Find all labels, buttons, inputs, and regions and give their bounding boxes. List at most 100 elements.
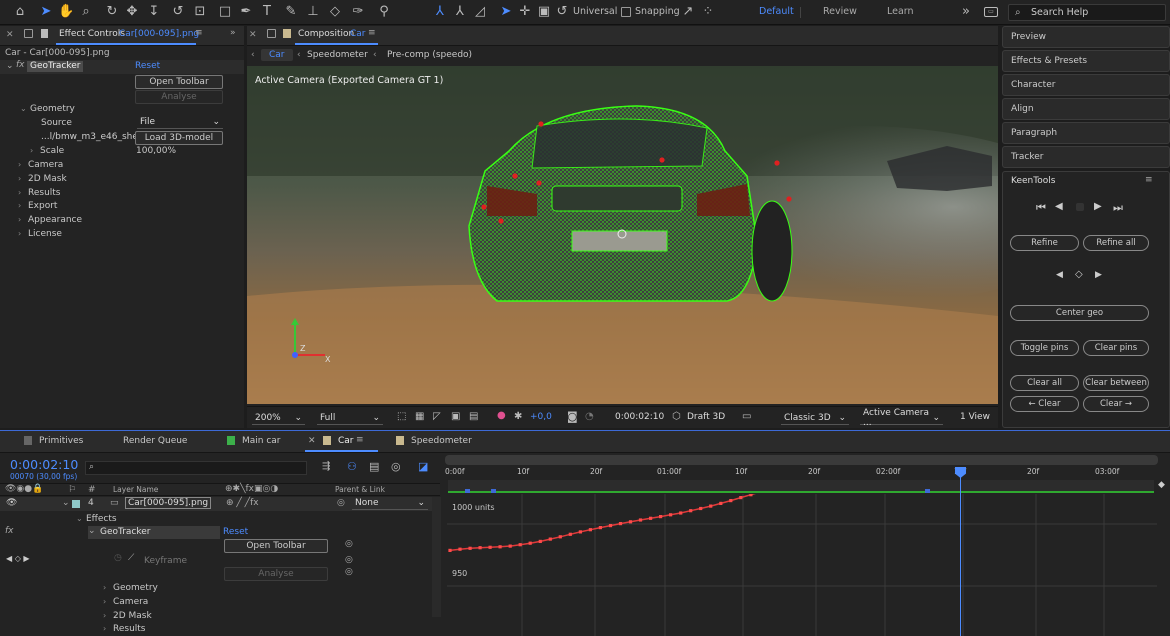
safe-margins-icon[interactable]: ▣ [451,411,460,422]
refine-button[interactable]: Refine [1010,235,1079,251]
graph-keyframe[interactable] [628,520,633,524]
close-icon[interactable]: ✕ [308,436,316,446]
panel-menu-icon[interactable]: ≡ [356,435,364,445]
expression-pickwhip-icon[interactable]: ◎ [345,539,353,549]
move-gizmo-icon[interactable]: ✛ [517,4,533,20]
layer-search-input[interactable]: ⌕ [85,461,307,475]
clear-all-button[interactable]: Clear all [1010,375,1079,391]
hand-tool-icon[interactable]: ✋ [58,4,74,20]
workspace-default[interactable]: Default [759,6,794,17]
timeline-analyse-button[interactable]: Analyse [224,567,328,581]
frame-blending-icon[interactable]: ▤ [369,460,379,473]
composition-name[interactable]: Car [350,29,366,39]
graph-keyframe[interactable] [659,515,663,519]
clear-left-button[interactable]: ← Clear [1010,396,1079,412]
selection-tool-icon[interactable]: ➤ [38,4,54,20]
snap-options-icon[interactable]: ↗ [680,4,696,20]
graph-curve[interactable] [449,374,1153,552]
expression-pickwhip-icon[interactable]: ◎ [345,567,353,577]
pickwhip-icon[interactable]: ◎ [337,498,345,508]
fx-icon[interactable]: fx [5,526,14,536]
play-icon[interactable]: ▶ [1094,201,1102,212]
graph-canvas[interactable] [447,373,1157,636]
collapse-icon[interactable]: ⌄ [62,498,70,508]
graph-keyframe[interactable] [558,535,562,539]
add-keyframe-icon[interactable]: ◇ [1075,269,1083,280]
rotate-gizmo-icon[interactable]: ↺ [554,4,570,20]
tab-render-queue[interactable]: Render Queue [123,436,187,446]
color-channels-icon[interactable]: ● [497,410,506,421]
workspace-learn[interactable]: Learn [887,6,914,17]
more-workspaces-icon[interactable]: » [958,4,974,20]
marker[interactable] [925,489,930,493]
collapse-icon[interactable]: ⌄ [6,61,14,71]
local-axis-icon[interactable]: ⅄ [432,4,448,20]
rotate-tool-icon[interactable]: ↺ [170,4,186,20]
workspace-review[interactable]: Review [823,6,857,17]
comp-flowchart-icon[interactable]: ⇶ [322,461,330,472]
region-of-interest-icon[interactable]: ⬚ [397,411,406,422]
puppet-pin-tool-icon[interactable]: ⚲ [376,4,392,20]
next-keyframe-icon[interactable]: ⏭ [1113,201,1123,215]
graph-keyframe[interactable] [588,528,592,532]
effect-controls-title[interactable]: Effect Controls [59,29,125,39]
timeline-section-2d-mask[interactable]: › 2D Mask [103,611,152,621]
prev-key-icon[interactable]: ◀ [1056,270,1063,280]
shy-layers-icon[interactable]: ⚇ [347,460,357,473]
section-results[interactable]: › Results [18,188,61,198]
timeline-section-geometry[interactable]: › Geometry [103,583,158,593]
tab-effects-presets[interactable]: Effects & Presets [1002,50,1170,72]
exposure-value[interactable]: +0,0 [530,412,552,422]
breadcrumb-speedometer[interactable]: Speedometer [307,50,368,60]
time-navigator[interactable] [445,455,1158,465]
current-time-display[interactable]: 0:00:02:10 [10,457,78,472]
breadcrumb-car[interactable]: Car [261,49,293,61]
toggle-pins-button[interactable]: Toggle pins [1010,340,1079,356]
snapshot-camera-icon[interactable]: ◙ [567,410,578,423]
rectangle-tool-icon[interactable]: □ [217,4,233,20]
zoom-dropdown[interactable]: 200% ⌄ [252,411,305,425]
time-ruler[interactable]: 0:00f 10f 20f 01:00f 10f 20f 02:00f 10f … [445,467,1158,481]
section-export[interactable]: › Export [18,201,57,211]
layer-row[interactable]: 👁 ⌄ 4 ▭ Car[000-095].png ⊕ ╱ ╱fx ◎ None ⌄ [0,497,440,511]
graph-keyframe[interactable] [578,530,582,534]
home-icon[interactable]: ⌂ [12,4,28,20]
layer-name[interactable]: Car[000-095].png [125,497,212,509]
pen-tool-icon[interactable]: ✒ [238,4,254,20]
label-color-icon[interactable] [72,500,80,508]
effect-name[interactable]: GeoTracker [27,61,84,72]
section-camera[interactable]: › Camera [18,160,63,170]
graph-keyframe[interactable] [598,526,602,530]
timeline-effect-row[interactable]: ⌄ GeoTracker [88,526,220,539]
graph-keyframe[interactable] [709,504,713,508]
panel-menu-icon[interactable]: ≡ [195,28,203,38]
graph-keyframe[interactable] [618,522,623,526]
graph-keyframe[interactable] [679,511,683,515]
timeline-open-toolbar-button[interactable]: Open Toolbar [224,539,328,553]
transparency-grid-icon[interactable]: ▦ [415,411,424,422]
snap-grid-icon[interactable]: ⁘ [700,4,716,20]
panel-menu-icon[interactable]: ≡ [1145,175,1153,185]
end-marker-icon[interactable]: ◆ [1158,480,1168,492]
tab-preview[interactable]: Preview [1002,26,1170,48]
brush-tool-icon[interactable]: ✎ [283,4,299,20]
footer-timecode[interactable]: 0:00:02:10 [615,412,664,422]
center-geo-button[interactable]: Center geo [1010,305,1149,321]
graph-keyframe[interactable] [649,516,653,520]
roto-brush-tool-icon[interactable]: ✑ [350,4,366,20]
graph-keyframe[interactable] [528,541,532,545]
close-icon[interactable]: ✕ [249,30,257,40]
zoom-tool-icon[interactable]: ⌕ [78,4,94,20]
graph-keyframe[interactable] [608,524,613,528]
graph-keyframe[interactable] [699,506,703,511]
refine-all-button[interactable]: Refine all [1083,235,1149,251]
stopwatch-icon[interactable]: ◷ [114,553,122,563]
tab-align[interactable]: Align [1002,98,1170,120]
graph-keyframe[interactable] [498,545,502,549]
breadcrumb-precomp[interactable]: Pre-comp (speedo) [387,50,472,60]
layer-list-scrollbar[interactable] [432,497,441,617]
scale-value[interactable]: 100,00% [136,146,176,156]
graph-keyframe[interactable] [669,513,673,517]
view-layout[interactable]: 1 View [960,412,990,422]
effects-group[interactable]: ⌄ Effects [76,514,117,524]
